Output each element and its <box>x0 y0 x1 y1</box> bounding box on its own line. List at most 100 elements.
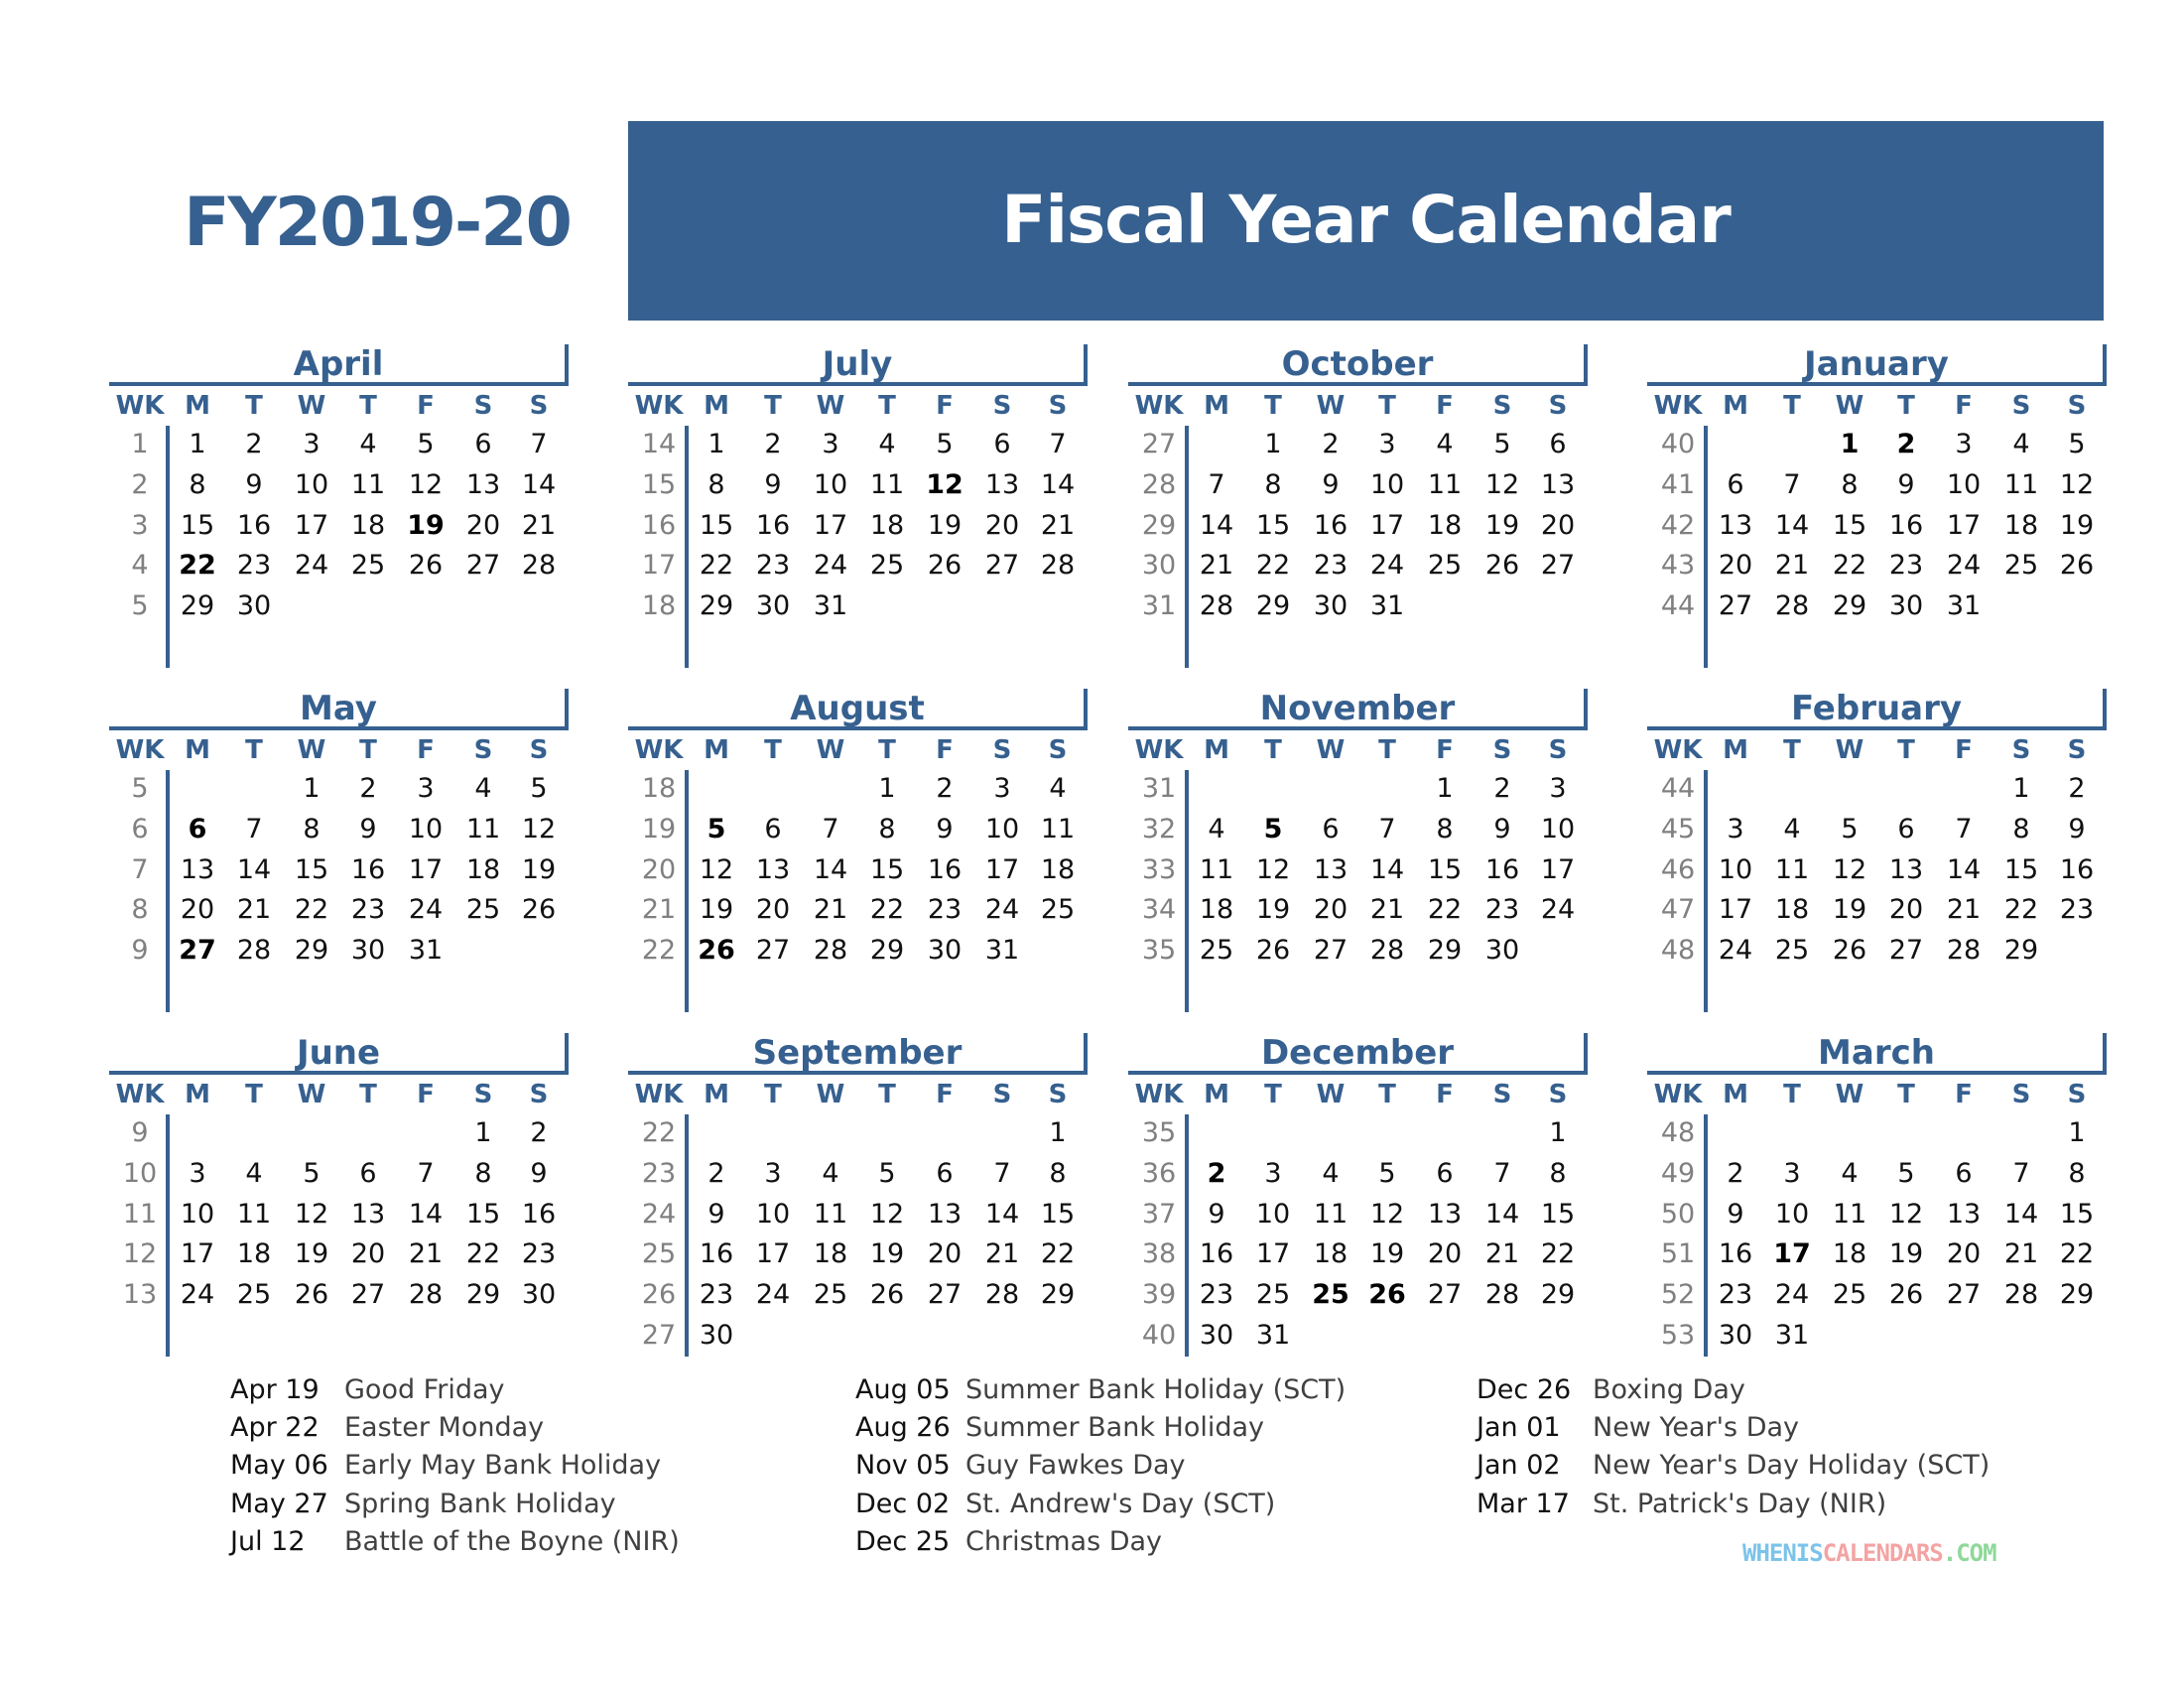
day-cell[interactable]: 2 <box>1303 428 1358 461</box>
day-cell[interactable]: 14 <box>511 468 567 502</box>
day-cell[interactable]: 19 <box>689 893 744 927</box>
day-cell[interactable]: 30 <box>226 589 282 623</box>
day-cell[interactable]: 31 <box>1936 589 1991 623</box>
day-cell[interactable]: 5 <box>1878 1157 1934 1191</box>
day-cell[interactable]: 6 <box>917 1157 972 1191</box>
day-cell[interactable]: 29 <box>1822 589 1877 623</box>
day-cell[interactable]: 18 <box>803 1237 858 1271</box>
day-cell[interactable]: 10 <box>1245 1198 1301 1232</box>
day-cell[interactable]: 23 <box>226 549 282 583</box>
day-cell[interactable]: 18 <box>226 1237 282 1271</box>
day-cell[interactable]: 10 <box>284 468 339 502</box>
day-cell[interactable]: 13 <box>170 853 225 887</box>
holiday-day-cell[interactable]: 25 <box>1303 1278 1358 1312</box>
day-cell[interactable]: 6 <box>340 1157 396 1191</box>
day-cell[interactable]: 8 <box>859 813 915 846</box>
day-cell[interactable]: 9 <box>1708 1198 1763 1232</box>
day-cell[interactable]: 18 <box>1030 853 1086 887</box>
day-cell[interactable]: 7 <box>1359 813 1415 846</box>
day-cell[interactable]: 9 <box>1475 813 1530 846</box>
day-cell[interactable]: 3 <box>398 772 453 806</box>
day-cell[interactable]: 13 <box>974 468 1030 502</box>
day-cell[interactable]: 9 <box>2049 813 2105 846</box>
day-cell[interactable]: 6 <box>1530 428 1586 461</box>
day-cell[interactable]: 22 <box>455 1237 511 1271</box>
day-cell[interactable]: 1 <box>1993 772 2049 806</box>
day-cell[interactable]: 27 <box>1530 549 1586 583</box>
day-cell[interactable]: 15 <box>1993 853 2049 887</box>
day-cell[interactable]: 17 <box>1708 893 1763 927</box>
day-cell[interactable]: 18 <box>1189 893 1244 927</box>
day-cell[interactable]: 10 <box>398 813 453 846</box>
day-cell[interactable]: 19 <box>1245 893 1301 927</box>
day-cell[interactable]: 4 <box>455 772 511 806</box>
day-cell[interactable]: 4 <box>1764 813 1820 846</box>
day-cell[interactable]: 7 <box>226 813 282 846</box>
day-cell[interactable]: 13 <box>340 1198 396 1232</box>
day-cell[interactable]: 17 <box>974 853 1030 887</box>
day-cell[interactable]: 25 <box>340 549 396 583</box>
day-cell[interactable]: 24 <box>803 549 858 583</box>
day-cell[interactable]: 4 <box>1417 428 1473 461</box>
day-cell[interactable]: 14 <box>1189 509 1244 543</box>
day-cell[interactable]: 27 <box>745 934 801 968</box>
day-cell[interactable]: 15 <box>859 853 915 887</box>
day-cell[interactable]: 10 <box>1530 813 1586 846</box>
day-cell[interactable]: 22 <box>1822 549 1877 583</box>
day-cell[interactable]: 14 <box>1936 853 1991 887</box>
day-cell[interactable]: 1 <box>455 1116 511 1150</box>
day-cell[interactable]: 26 <box>1878 1278 1934 1312</box>
holiday-day-cell[interactable]: 26 <box>1359 1278 1415 1312</box>
day-cell[interactable]: 7 <box>1936 813 1991 846</box>
day-cell[interactable]: 22 <box>1993 893 2049 927</box>
holiday-day-cell[interactable]: 2 <box>1878 428 1934 461</box>
day-cell[interactable]: 29 <box>1530 1278 1586 1312</box>
day-cell[interactable]: 2 <box>917 772 972 806</box>
day-cell[interactable]: 28 <box>803 934 858 968</box>
day-cell[interactable]: 3 <box>1530 772 1586 806</box>
day-cell[interactable]: 17 <box>1530 853 1586 887</box>
day-cell[interactable]: 11 <box>455 813 511 846</box>
day-cell[interactable]: 14 <box>1764 509 1820 543</box>
day-cell[interactable]: 28 <box>1993 1278 2049 1312</box>
day-cell[interactable]: 25 <box>803 1278 858 1312</box>
day-cell[interactable]: 6 <box>1936 1157 1991 1191</box>
day-cell[interactable]: 15 <box>689 509 744 543</box>
day-cell[interactable]: 18 <box>1764 893 1820 927</box>
day-cell[interactable]: 25 <box>1764 934 1820 968</box>
holiday-day-cell[interactable]: 5 <box>689 813 744 846</box>
day-cell[interactable]: 16 <box>340 853 396 887</box>
day-cell[interactable]: 25 <box>1245 1278 1301 1312</box>
day-cell[interactable]: 7 <box>974 1157 1030 1191</box>
day-cell[interactable]: 8 <box>1030 1157 1086 1191</box>
holiday-day-cell[interactable]: 17 <box>1764 1237 1820 1271</box>
day-cell[interactable]: 27 <box>917 1278 972 1312</box>
day-cell[interactable]: 26 <box>1822 934 1877 968</box>
day-cell[interactable]: 11 <box>226 1198 282 1232</box>
day-cell[interactable]: 9 <box>340 813 396 846</box>
day-cell[interactable]: 26 <box>511 893 567 927</box>
day-cell[interactable]: 23 <box>1189 1278 1244 1312</box>
day-cell[interactable]: 16 <box>226 509 282 543</box>
day-cell[interactable]: 9 <box>1303 468 1358 502</box>
day-cell[interactable]: 3 <box>170 1157 225 1191</box>
day-cell[interactable]: 12 <box>689 853 744 887</box>
day-cell[interactable]: 16 <box>1878 509 1934 543</box>
day-cell[interactable]: 21 <box>511 509 567 543</box>
day-cell[interactable]: 7 <box>1993 1157 2049 1191</box>
day-cell[interactable]: 5 <box>398 428 453 461</box>
holiday-day-cell[interactable]: 22 <box>170 549 225 583</box>
day-cell[interactable]: 3 <box>1359 428 1415 461</box>
day-cell[interactable]: 9 <box>745 468 801 502</box>
day-cell[interactable]: 25 <box>859 549 915 583</box>
day-cell[interactable]: 10 <box>745 1198 801 1232</box>
day-cell[interactable]: 12 <box>1878 1198 1934 1232</box>
day-cell[interactable]: 8 <box>455 1157 511 1191</box>
day-cell[interactable]: 20 <box>1417 1237 1473 1271</box>
day-cell[interactable]: 9 <box>511 1157 567 1191</box>
day-cell[interactable]: 1 <box>1030 1116 1086 1150</box>
day-cell[interactable]: 19 <box>1475 509 1530 543</box>
day-cell[interactable]: 12 <box>1822 853 1877 887</box>
day-cell[interactable]: 15 <box>1030 1198 1086 1232</box>
day-cell[interactable]: 28 <box>1359 934 1415 968</box>
